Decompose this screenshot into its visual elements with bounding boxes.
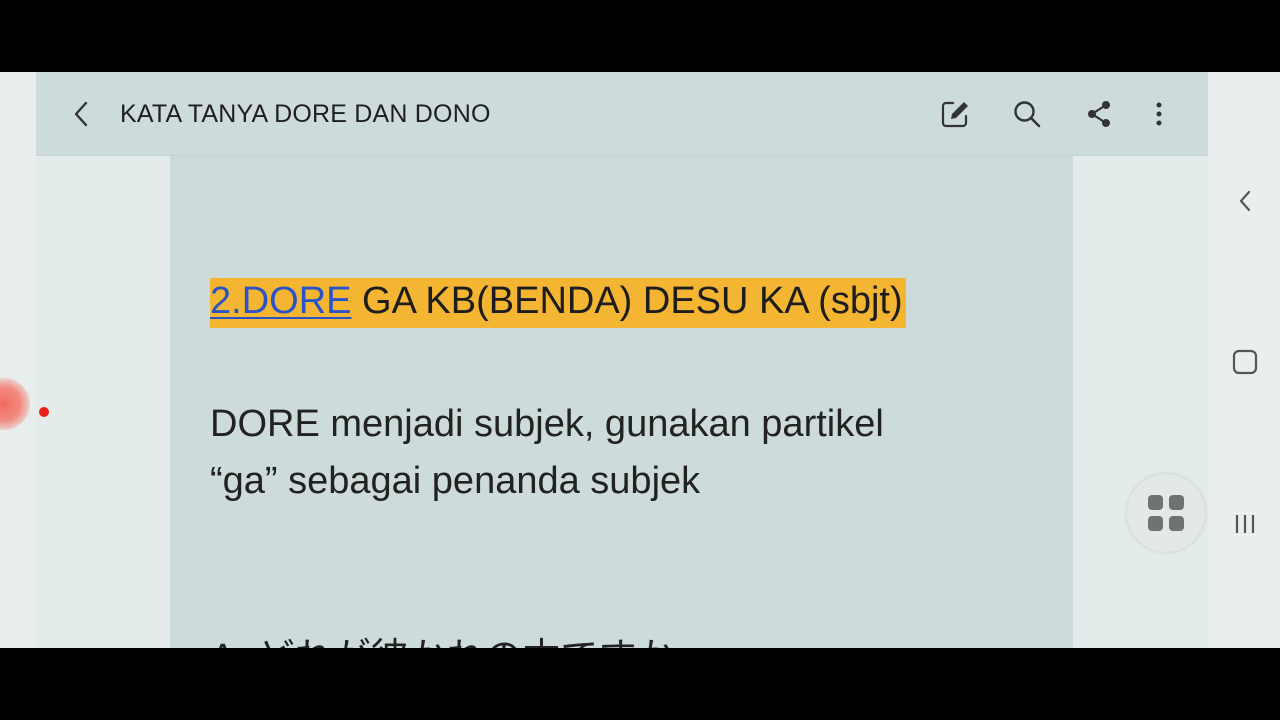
home-square-icon bbox=[1232, 349, 1258, 375]
paragraph-line-2: “ga” sebagai penanda subjek bbox=[210, 460, 701, 502]
back-button[interactable] bbox=[60, 92, 104, 136]
edit-button[interactable] bbox=[933, 92, 977, 136]
chevron-left-icon bbox=[1239, 190, 1251, 212]
system-nav-bar bbox=[1208, 72, 1280, 648]
search-icon bbox=[1014, 101, 1041, 128]
more-options-button[interactable] bbox=[1137, 92, 1181, 136]
top-toolbar: KATA TANYA DORE DAN DONO bbox=[36, 72, 1208, 156]
note-app: KATA TANYA DORE DAN DONO 2.DORE GA KB(BE… bbox=[36, 72, 1208, 648]
more-vertical-icon bbox=[1156, 102, 1162, 126]
record-dot-icon bbox=[39, 407, 49, 417]
paragraph: DORE menjadi subjek, gunakan partikel “g… bbox=[210, 396, 1030, 510]
highlighted-heading: 2.DORE GA KB(BENDA) DESU KA (sbjt) bbox=[210, 278, 906, 328]
edit-icon bbox=[941, 101, 968, 128]
heading-text: GA KB(BENDA) DESU KA (sbjt) bbox=[351, 280, 903, 322]
nav-recents-button[interactable] bbox=[1226, 505, 1264, 543]
left-edge-strip bbox=[0, 72, 36, 648]
share-button[interactable] bbox=[1077, 92, 1121, 136]
note-page[interactable]: 2.DORE GA KB(BENDA) DESU KA (sbjt) DORE … bbox=[170, 156, 1073, 648]
apps-grid-icon bbox=[1148, 495, 1184, 531]
screen: KATA TANYA DORE DAN DONO 2.DORE GA KB(BE… bbox=[0, 72, 1280, 648]
nav-back-button[interactable] bbox=[1226, 182, 1264, 220]
share-icon bbox=[1088, 101, 1110, 127]
nav-home-button[interactable] bbox=[1226, 343, 1264, 381]
page-title: KATA TANYA DORE DAN DONO bbox=[120, 100, 491, 128]
search-button[interactable] bbox=[1005, 92, 1049, 136]
recents-icon bbox=[1235, 515, 1255, 533]
heading: 2.DORE GA KB(BENDA) DESU KA (sbjt) bbox=[210, 278, 906, 328]
back-arrow-icon bbox=[74, 101, 88, 127]
partial-text-line: A: どれが彼かれの本ですか bbox=[210, 626, 674, 648]
heading-link[interactable]: 2.DORE bbox=[210, 280, 351, 322]
paragraph-line-1: DORE menjadi subjek, gunakan partikel bbox=[210, 403, 884, 445]
apps-grid-button[interactable] bbox=[1127, 474, 1205, 552]
